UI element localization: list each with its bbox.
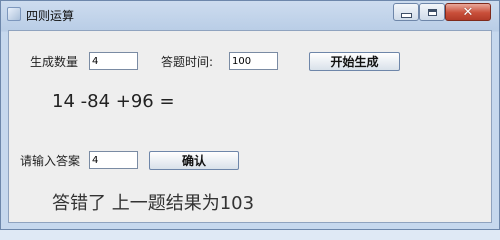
answer-label: 请输入答案 xyxy=(20,154,81,168)
feedback-text: 答错了 上一题结果为103 xyxy=(52,193,255,214)
answer-input[interactable] xyxy=(89,151,138,169)
minimize-icon xyxy=(400,12,412,18)
count-input[interactable] xyxy=(89,52,138,70)
maximize-button[interactable] xyxy=(419,3,445,21)
content-panel: 生成数量 答题时间: 开始生成 14 -84 +96 = 请输入答案 确认 答错… xyxy=(8,30,492,223)
question-text: 14 -84 +96 = xyxy=(52,91,175,112)
time-label: 答题时间: xyxy=(161,55,214,69)
time-input[interactable] xyxy=(229,52,278,70)
app-window: 四则运算 ✕ 生成数量 答题时间: 开始生成 14 -84 +96 = 请输入答… xyxy=(0,0,500,230)
close-button[interactable]: ✕ xyxy=(445,3,491,21)
start-generate-button[interactable]: 开始生成 xyxy=(309,52,400,71)
minimize-button[interactable] xyxy=(393,3,419,21)
title-bar[interactable]: 四则运算 ✕ xyxy=(1,1,499,29)
app-icon xyxy=(7,7,21,21)
confirm-button[interactable]: 确认 xyxy=(149,151,239,170)
window-title: 四则运算 xyxy=(26,9,75,23)
maximize-icon xyxy=(427,8,437,16)
close-icon: ✕ xyxy=(462,4,474,20)
count-label: 生成数量 xyxy=(30,55,79,69)
